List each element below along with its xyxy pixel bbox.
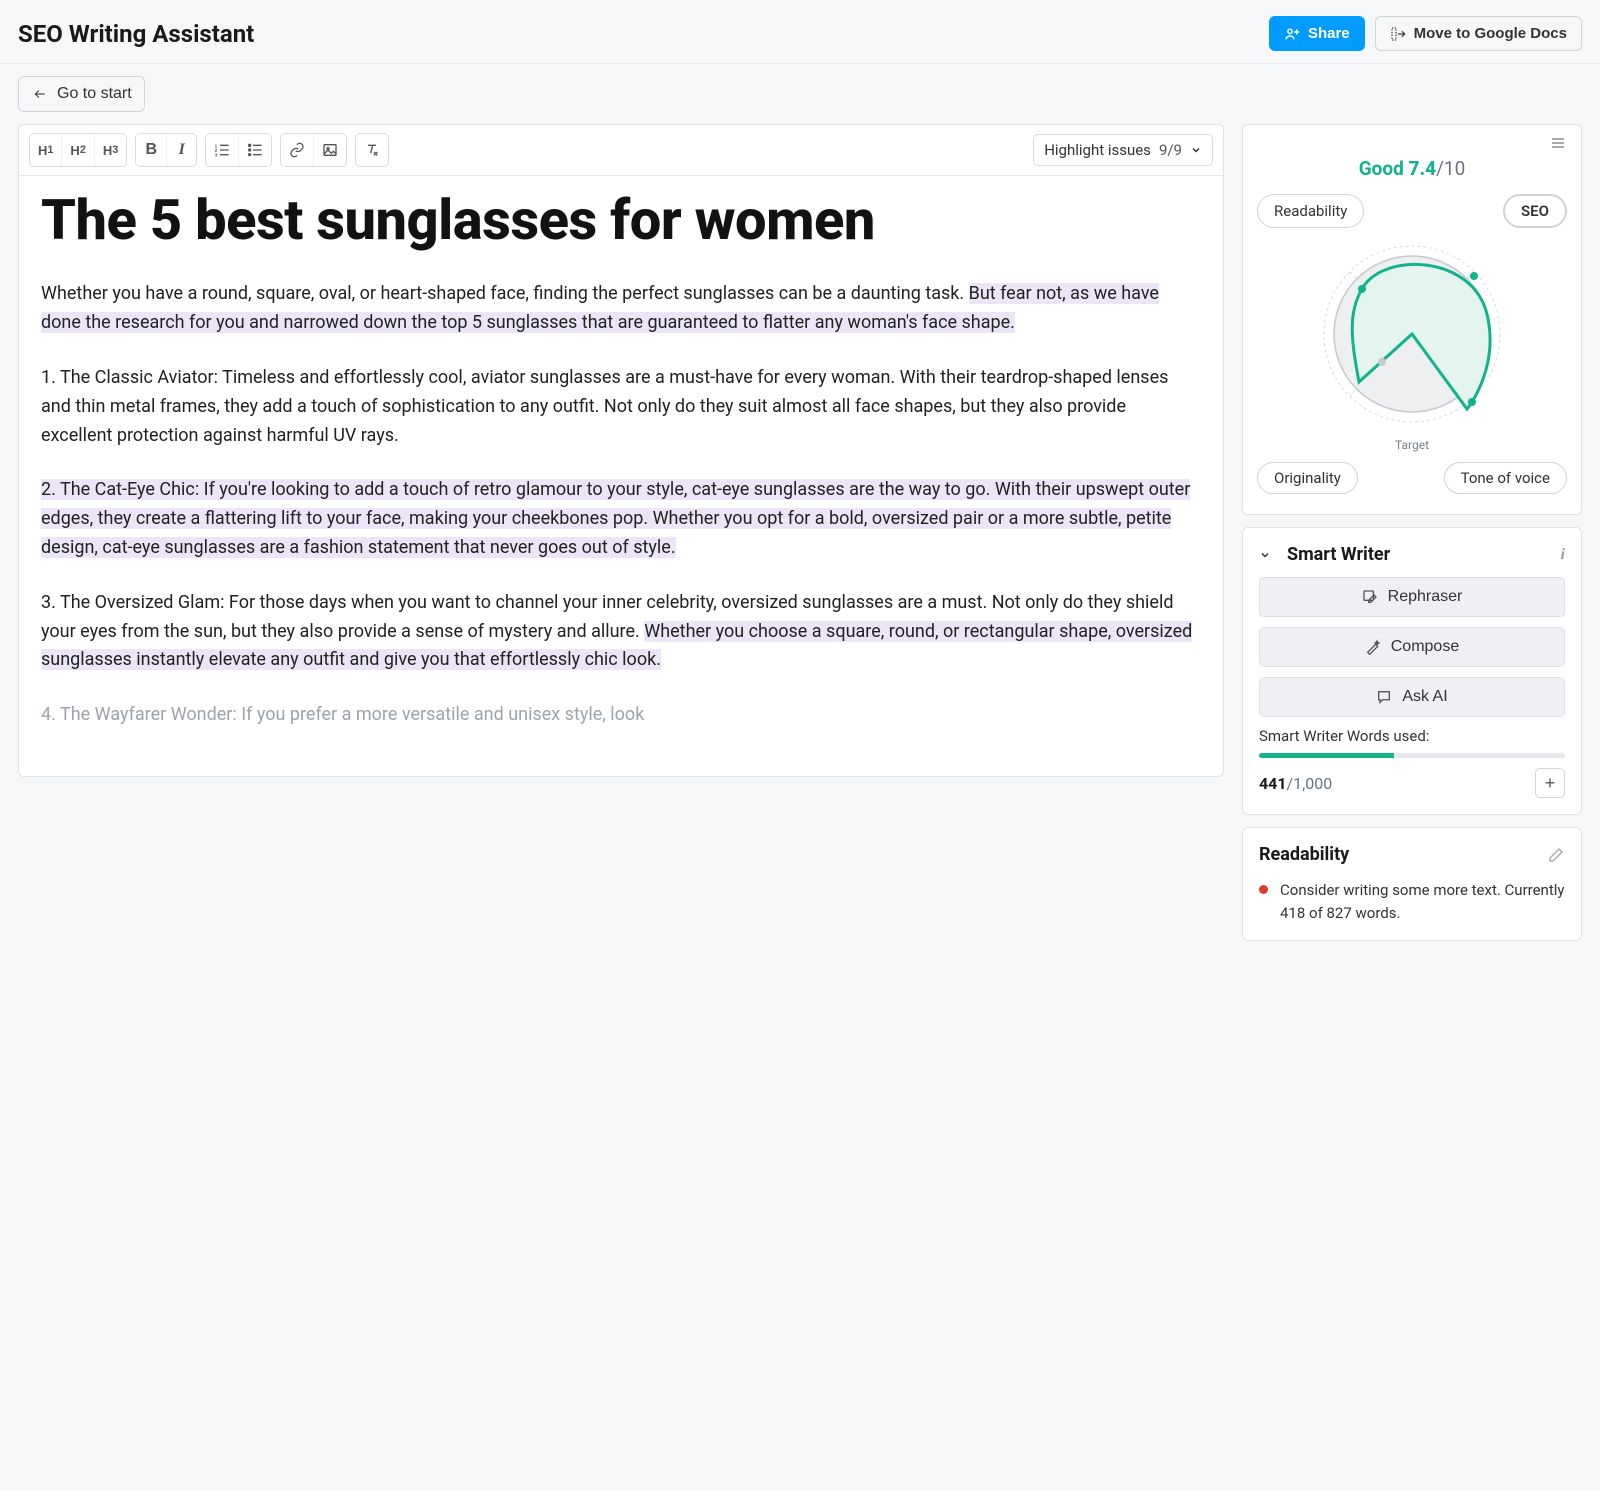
svg-text:3: 3 bbox=[215, 153, 218, 158]
paragraph-5: 4. The Wayfarer Wonder: If you prefer a … bbox=[41, 701, 1201, 730]
go-to-start-button[interactable]: Go to start bbox=[18, 76, 145, 112]
italic-button[interactable]: I bbox=[166, 134, 196, 166]
numbered-list-button[interactable]: 123 bbox=[206, 134, 238, 166]
chat-icon bbox=[1376, 689, 1392, 705]
ask-ai-button[interactable]: Ask AI bbox=[1259, 677, 1565, 717]
smart-writer-title: Smart Writer bbox=[1287, 544, 1551, 565]
compose-button[interactable]: Compose bbox=[1259, 627, 1565, 667]
share-button[interactable]: Share bbox=[1269, 16, 1365, 51]
score-card: Good 7.4/10 Readability SEO bbox=[1242, 124, 1582, 515]
status-dot-red bbox=[1259, 885, 1268, 894]
paragraph-3: 2. The Cat-Eye Chic: If you're looking t… bbox=[41, 476, 1201, 562]
editor-card: H1 H2 H3 B I 123 bbox=[18, 124, 1224, 777]
bold-button[interactable]: B bbox=[136, 134, 166, 166]
chevron-down-icon bbox=[1190, 144, 1202, 156]
highlighted-text: 2. The Cat-Eye Chic: If you're looking t… bbox=[41, 479, 1190, 558]
heading-1-button[interactable]: H1 bbox=[30, 134, 61, 166]
menu-icon[interactable] bbox=[1549, 135, 1567, 151]
move-to-docs-button[interactable]: Move to Google Docs bbox=[1375, 16, 1582, 51]
edit-icon bbox=[1362, 589, 1378, 605]
image-button[interactable] bbox=[313, 134, 346, 166]
magic-icon bbox=[1365, 639, 1381, 655]
highlight-label: Highlight issues bbox=[1044, 141, 1151, 159]
tone-pill[interactable]: Tone of voice bbox=[1444, 462, 1567, 494]
clear-formatting-button[interactable] bbox=[356, 134, 388, 166]
back-label: Go to start bbox=[57, 85, 132, 103]
seo-pill[interactable]: SEO bbox=[1503, 194, 1567, 228]
pencil-icon[interactable] bbox=[1547, 846, 1565, 864]
link-button[interactable] bbox=[281, 134, 313, 166]
add-words-button[interactable]: + bbox=[1535, 768, 1565, 798]
share-label: Share bbox=[1308, 25, 1350, 42]
editor-body[interactable]: The 5 best sunglasses for women Whether … bbox=[19, 176, 1223, 776]
radar-chart bbox=[1257, 234, 1567, 442]
chevron-down-icon[interactable] bbox=[1259, 549, 1277, 561]
readability-title: Readability bbox=[1259, 844, 1349, 865]
rephraser-button[interactable]: Rephraser bbox=[1259, 577, 1565, 617]
usage-label: Smart Writer Words used: bbox=[1259, 727, 1565, 745]
originality-pill[interactable]: Originality bbox=[1257, 462, 1358, 494]
heading-3-button[interactable]: H3 bbox=[94, 134, 126, 166]
smart-writer-panel: Smart Writer i Rephraser Compose Ask A bbox=[1242, 527, 1582, 815]
readability-panel: Readability Consider writing some more t… bbox=[1242, 827, 1582, 941]
usage-progress bbox=[1259, 753, 1565, 758]
page-title: SEO Writing Assistant bbox=[18, 20, 254, 48]
info-icon[interactable]: i bbox=[1561, 546, 1565, 564]
export-icon bbox=[1390, 26, 1406, 42]
editor-toolbar: H1 H2 H3 B I 123 bbox=[19, 125, 1223, 176]
overall-score: Good 7.4/10 bbox=[1257, 157, 1567, 180]
move-label: Move to Google Docs bbox=[1414, 25, 1567, 42]
arrow-left-icon bbox=[31, 87, 49, 101]
readability-pill[interactable]: Readability bbox=[1257, 194, 1364, 228]
readability-issue: Consider writing some more text. Current… bbox=[1259, 879, 1565, 924]
document-title: The 5 best sunglasses for women bbox=[41, 190, 1201, 250]
paragraph-2: 1. The Classic Aviator: Timeless and eff… bbox=[41, 364, 1201, 450]
bullet-list-button[interactable] bbox=[238, 134, 271, 166]
paragraph-1: Whether you have a round, square, oval, … bbox=[41, 280, 1201, 338]
usage-value: 441/1,000 bbox=[1259, 774, 1332, 793]
highlight-issues-dropdown[interactable]: Highlight issues 9/9 bbox=[1033, 134, 1213, 166]
paragraph-4: 3. The Oversized Glam: For those days wh… bbox=[41, 589, 1201, 675]
heading-2-button[interactable]: H2 bbox=[61, 134, 93, 166]
header-actions: Share Move to Google Docs bbox=[1269, 16, 1582, 51]
share-icon bbox=[1284, 26, 1300, 42]
highlight-count: 9/9 bbox=[1159, 141, 1182, 159]
